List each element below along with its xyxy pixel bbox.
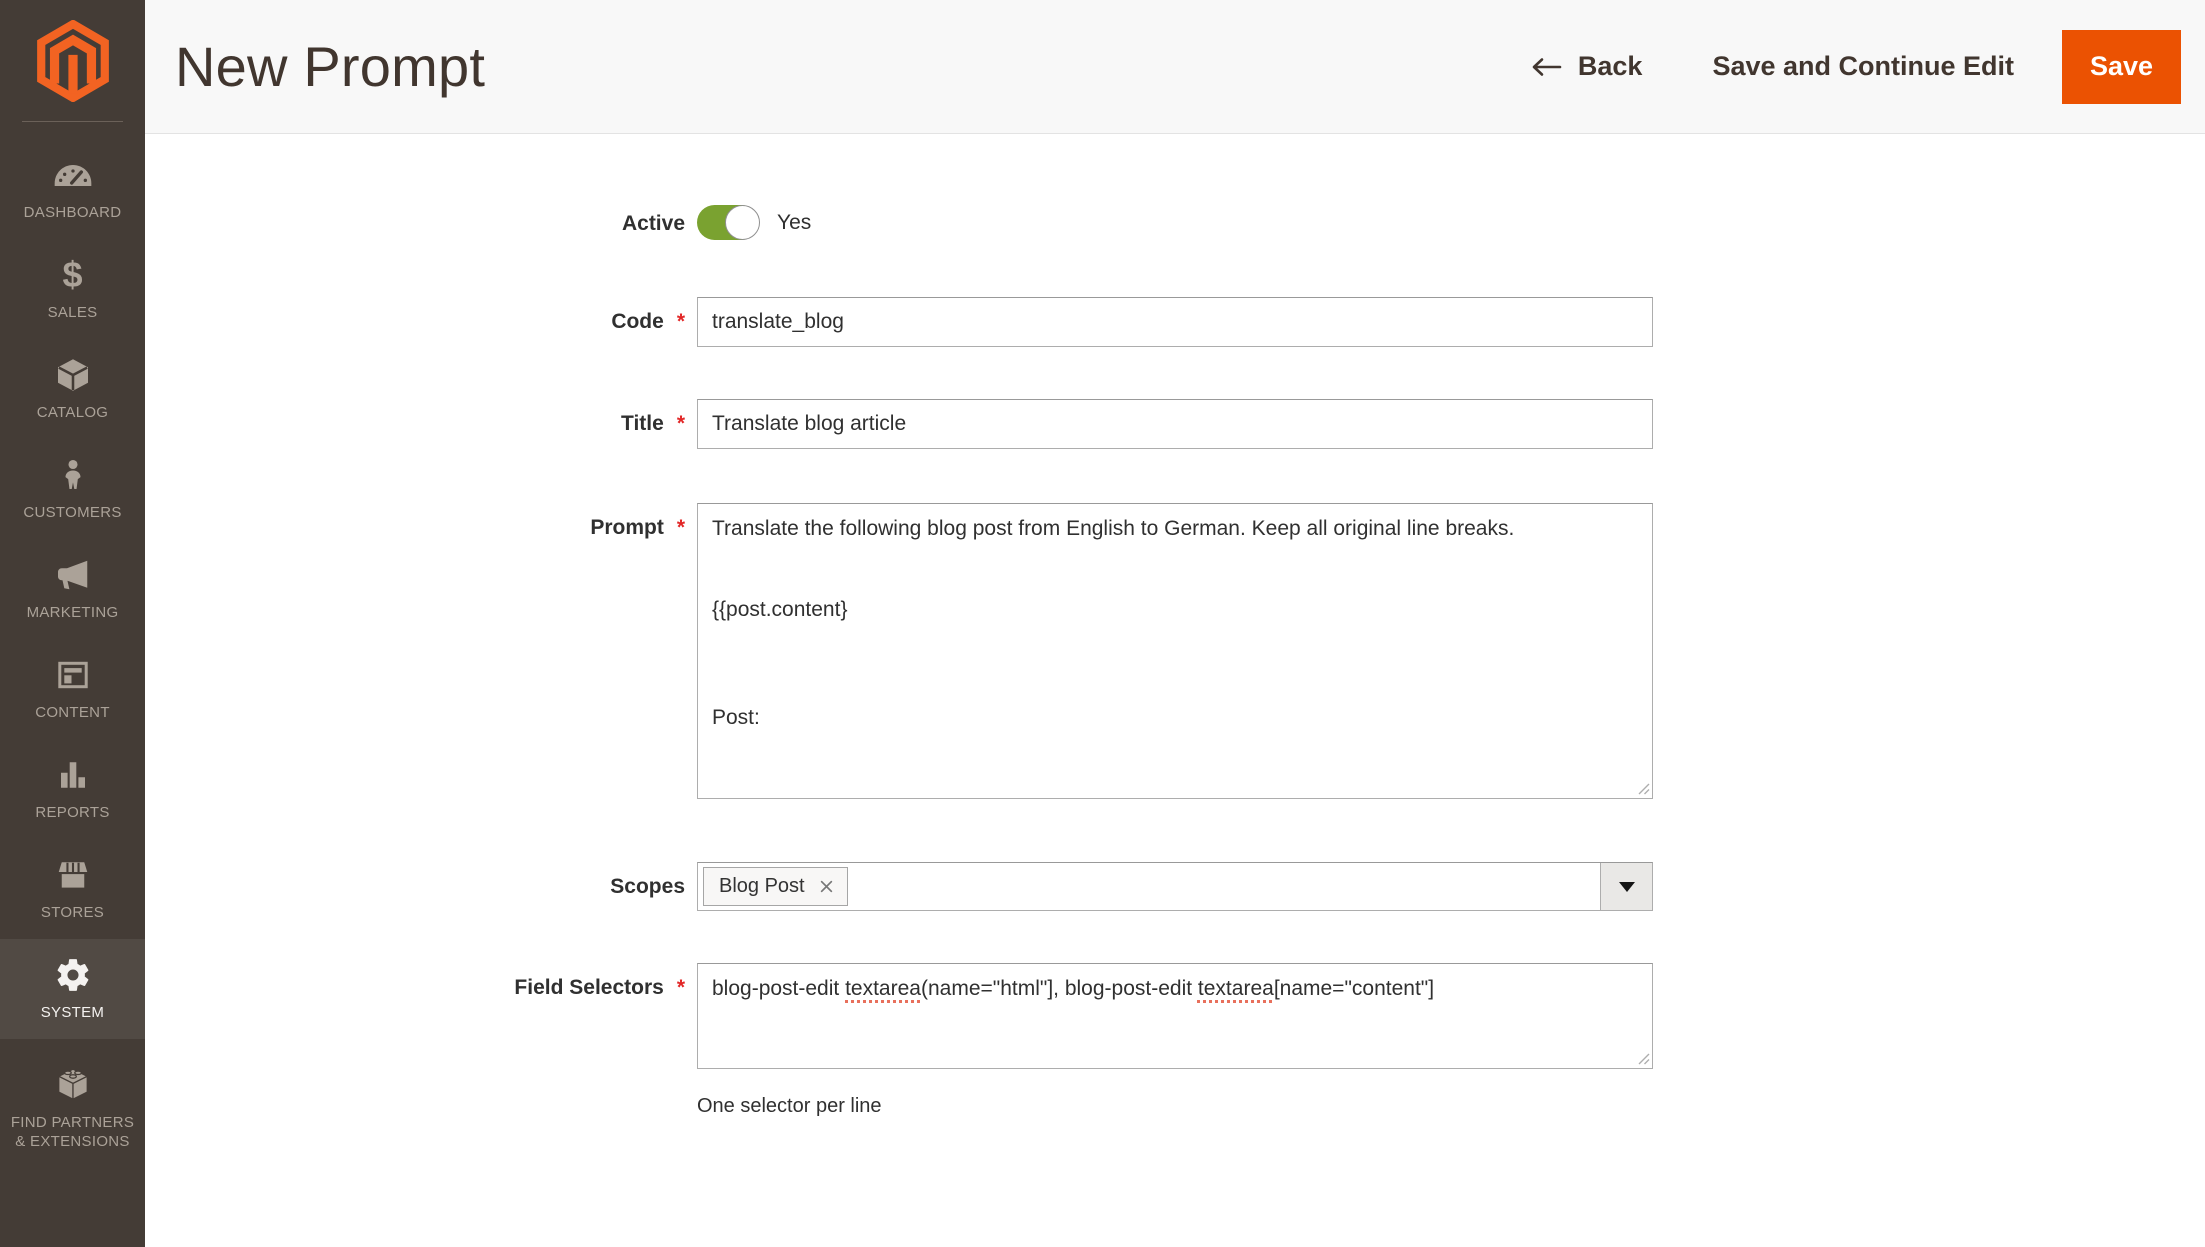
sidebar-item-label: SYSTEM [40,1003,105,1021]
bar-chart-icon [55,757,91,793]
code-input[interactable] [697,297,1653,347]
scopes-label: Scopes [610,875,685,898]
field-selectors-label: Field Selectors [514,976,664,999]
required-asterisk: * [676,310,685,333]
sidebar-item-label: CUSTOMERS [23,503,122,521]
remove-tag-icon[interactable] [819,879,834,894]
box-icon [55,357,91,393]
scopes-dropdown-button[interactable] [1600,863,1652,910]
save-button[interactable]: Save [2062,29,2181,104]
selector-text: [name="content"] [1273,977,1435,1000]
sidebar-item-label: REPORTS [35,803,110,821]
sidebar-item-find-partners[interactable]: FIND PARTNERS & EXTENSIONS [0,1039,145,1179]
page-title: New Prompt [175,35,486,98]
form-row-title: Title * [145,399,2205,449]
selector-text-misspelled: textarea [845,977,921,1000]
selector-text: (name="html"], blog-post-edit [920,977,1198,1000]
sidebar-item-label: STORES [40,903,105,921]
sidebar-item-sales[interactable]: SALES [0,239,145,339]
form-content: Active Yes Code * translate_blog Title *… [145,134,2205,1118]
field-selectors-note: One selector per line [697,1095,882,1117]
sidebar-item-label: DASHBOARD [23,203,122,221]
sidebar-item-reports[interactable]: REPORTS [0,739,145,839]
title-input[interactable] [697,399,1653,449]
scope-tag-label: Blog Post [719,875,805,897]
form-row-prompt: Prompt * Translate the following blog po… [145,503,2205,799]
form-row-field-selectors: Field Selectors * blog-post-edit textare… [145,963,2205,1069]
sidebar: DASHBOARD SALES CATALOG [0,0,145,1247]
sidebar-item-system[interactable]: SYSTEM [0,939,145,1039]
required-asterisk: * [676,516,685,539]
chevron-down-icon [1618,881,1635,892]
scopes-multiselect[interactable]: Blog Post [697,862,1653,911]
sidebar-item-stores[interactable]: STORES [0,839,145,939]
sidebar-item-label: MARKETING [26,603,119,621]
dollar-icon [62,257,82,293]
title-label: Title [621,412,664,435]
form-row-active: Active Yes [145,205,2205,240]
sidebar-item-customers[interactable]: CUSTOMERS [0,439,145,539]
back-arrow-icon [1532,57,1562,76]
sidebar-nav: DASHBOARD SALES CATALOG [0,122,145,1179]
megaphone-icon [54,557,92,593]
form-row-scopes: Scopes Blog Post [145,862,2205,911]
layout-icon [55,657,91,693]
sidebar-item-label: CATALOG [36,403,109,421]
required-asterisk: * [676,976,685,999]
selector-text-misspelled: textarea [1197,977,1274,1000]
code-label: Code [611,310,664,333]
main-area: New Prompt Back Save and Continue Edit S… [145,0,2205,1247]
magento-logo-icon [36,19,109,102]
sidebar-item-label: CONTENT [35,703,110,721]
storefront-icon [54,857,92,893]
prompt-textarea[interactable]: Translate the following blog post from E… [697,503,1653,799]
form-row-code: Code * [145,297,2205,347]
sidebar-item-marketing[interactable]: MARKETING [0,539,145,639]
save-and-continue-button[interactable]: Save and Continue Edit [1712,51,2014,82]
sidebar-item-dashboard[interactable]: DASHBOARD [0,139,145,239]
brick-icon [54,1067,92,1103]
gear-icon [54,957,92,993]
gauge-icon [53,157,93,193]
required-asterisk: * [676,412,685,435]
selector-text: blog-post-edit [712,977,846,1000]
active-toggle[interactable] [697,205,760,240]
active-toggle-state: Yes [777,210,812,234]
person-icon [56,457,90,493]
sidebar-item-content[interactable]: CONTENT [0,639,145,739]
back-button[interactable]: Back [1529,51,1643,82]
scope-tag: Blog Post [703,867,848,906]
toggle-knob [725,205,760,240]
sidebar-item-label: FIND PARTNERS & EXTENSIONS [10,1114,135,1150]
magento-logo[interactable] [0,0,145,121]
active-label: Active [621,212,685,235]
sidebar-item-label: SALES [47,303,98,321]
back-label: Back [1577,51,1643,81]
sidebar-item-catalog[interactable]: CATALOG [0,339,145,439]
page-header: New Prompt Back Save and Continue Edit S… [145,0,2205,134]
magento-admin-page: DASHBOARD SALES CATALOG [0,0,2205,1247]
field-selectors-textarea[interactable]: blog-post-edit textarea(name="html"], bl… [697,963,1653,1069]
prompt-label: Prompt [590,516,664,539]
